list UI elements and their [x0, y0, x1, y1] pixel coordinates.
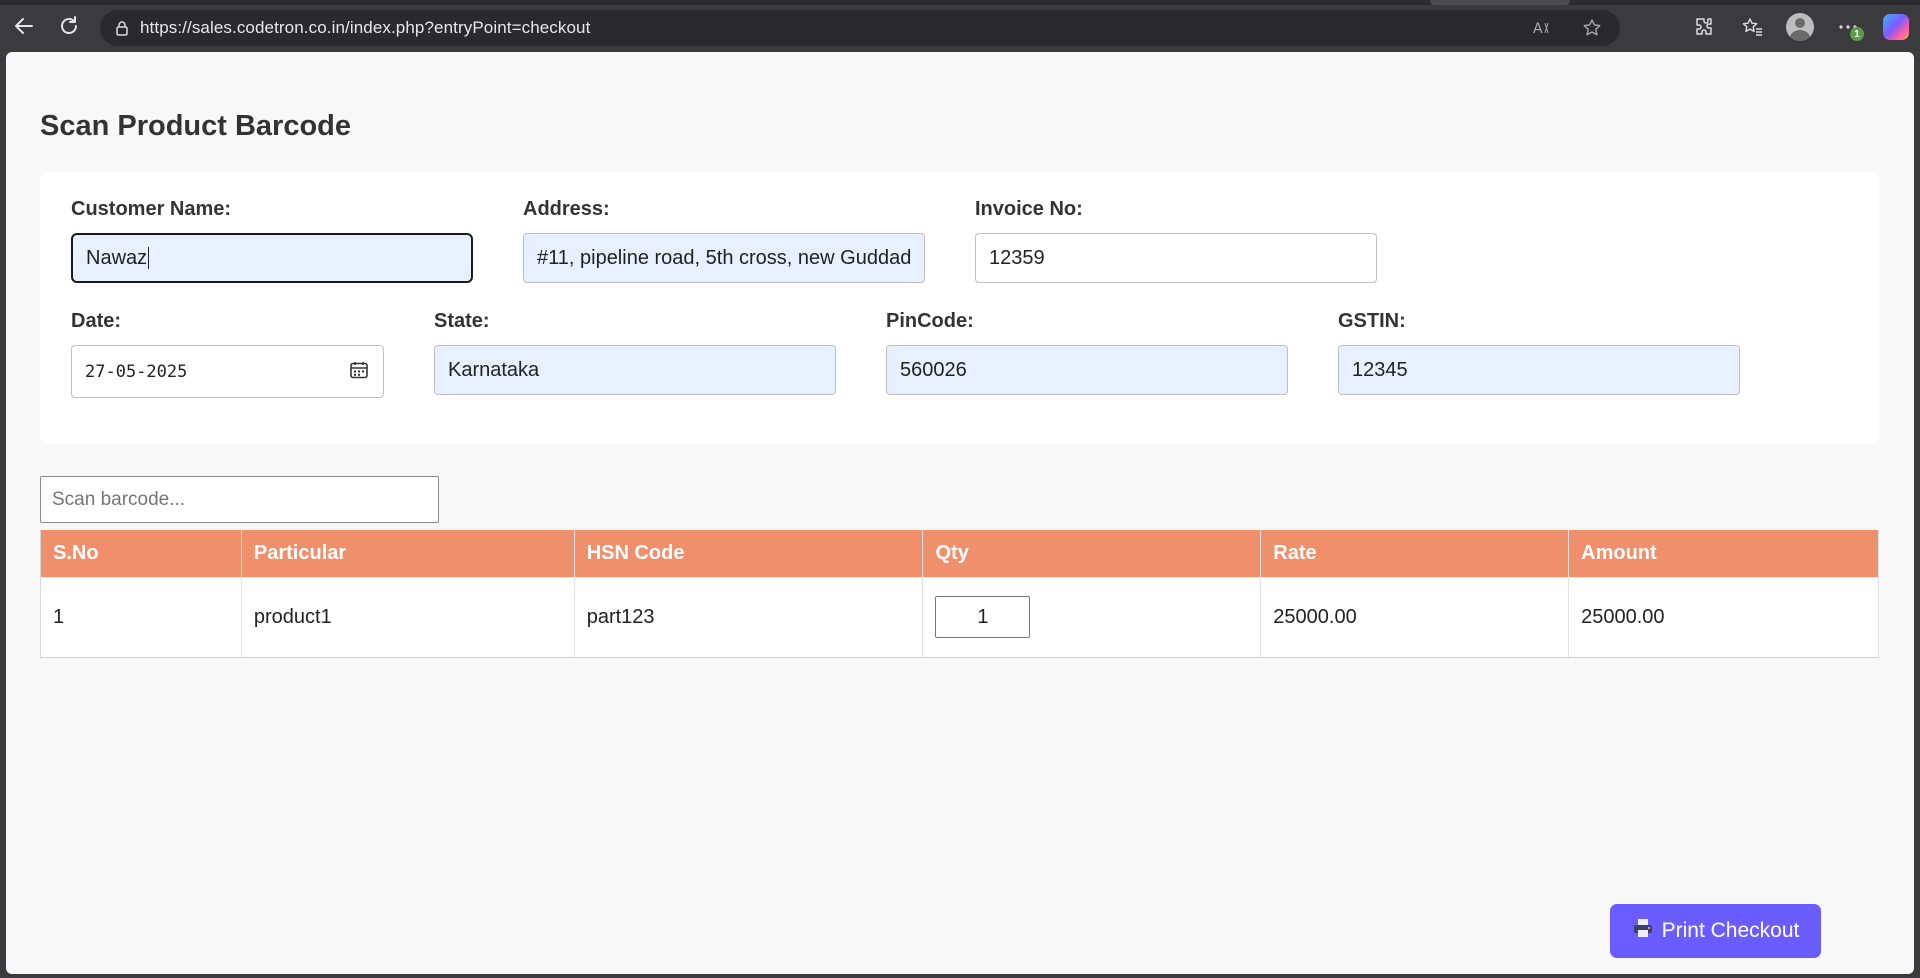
browser-toolbar: https://sales.codetron.co.in/index.php?e…: [0, 0, 1920, 52]
svg-text:A: A: [1533, 21, 1543, 37]
state-input[interactable]: Karnataka: [434, 345, 836, 395]
gstin-input[interactable]: 12345: [1338, 345, 1740, 395]
table-row: 1 product1 part123 1 25000.00 25000.00: [40, 576, 1879, 658]
print-checkout-button[interactable]: Print Checkout: [1610, 904, 1821, 958]
calendar-icon[interactable]: [349, 360, 369, 380]
pincode-value: 560026: [900, 358, 967, 381]
reload-icon[interactable]: [55, 12, 83, 40]
copilot-logo: [1883, 14, 1909, 40]
checkout-table: S.No Particular HSN Code Qty Rate Amount…: [40, 530, 1879, 658]
invoice-no-input[interactable]: 12359: [975, 233, 1377, 283]
cell-hsn-code: part123: [574, 576, 924, 658]
qty-value: 1: [977, 605, 989, 628]
site-info-icon[interactable]: [114, 20, 130, 36]
header-amount: Amount: [1568, 530, 1879, 577]
cell-particular: product1: [241, 576, 575, 658]
update-badge: 1: [1850, 27, 1864, 41]
state-value: Karnataka: [448, 358, 540, 381]
address-bar-icons: A: [1528, 10, 1606, 46]
customer-name-input[interactable]: Nawaz: [71, 233, 473, 283]
header-rate: Rate: [1260, 530, 1570, 577]
invoice-no-label: Invoice No:: [975, 198, 1083, 220]
gstin-label: GSTIN:: [1338, 310, 1406, 332]
copilot-icon[interactable]: [1882, 13, 1910, 41]
cell-amount: 25000.00: [1568, 576, 1879, 658]
extensions-icon[interactable]: [1690, 13, 1718, 41]
invoice-no-value: 12359: [989, 246, 1045, 269]
read-aloud-icon[interactable]: A: [1528, 14, 1556, 42]
date-label: Date:: [71, 310, 122, 332]
favorite-star-icon[interactable]: [1578, 14, 1606, 42]
printer-icon: [1632, 917, 1654, 945]
address-bar[interactable]: https://sales.codetron.co.in/index.php?e…: [100, 10, 1620, 46]
customer-name-label: Customer Name:: [71, 198, 232, 220]
page-viewport: Scan Product Barcode Customer Name: Nawa…: [6, 52, 1914, 974]
address-label: Address:: [523, 198, 610, 220]
header-hsn-code: HSN Code: [574, 530, 924, 577]
date-input[interactable]: 27-05-2025: [71, 345, 384, 398]
page-title: Scan Product Barcode: [40, 110, 352, 142]
barcode-input[interactable]: [40, 476, 439, 523]
tab-strip: [0, 0, 1920, 5]
tab-hint: [1430, 0, 1570, 5]
date-value: 27-05-2025: [85, 361, 188, 382]
print-checkout-label: Print Checkout: [1661, 919, 1800, 942]
more-menu-icon[interactable]: 1: [1834, 13, 1864, 41]
cell-rate: 25000.00: [1260, 576, 1570, 658]
address-value: #11, pipeline road, 5th cross, new Gudda…: [537, 246, 912, 269]
cell-sno: 1: [40, 576, 242, 658]
profile-avatar[interactable]: [1786, 13, 1814, 41]
favorites-icon[interactable]: [1738, 13, 1766, 41]
state-label: State:: [434, 310, 490, 332]
header-particular: Particular: [241, 530, 575, 577]
cell-qty: 1: [922, 576, 1262, 658]
browser-actions: 1: [1690, 8, 1910, 46]
qty-input[interactable]: 1: [935, 596, 1031, 638]
header-qty: Qty: [922, 530, 1262, 577]
pincode-input[interactable]: 560026: [886, 345, 1288, 395]
table-header-row: S.No Particular HSN Code Qty Rate Amount: [40, 530, 1879, 577]
customer-name-value: Nawaz: [86, 246, 148, 269]
avatar-icon: [1786, 13, 1814, 41]
address-input[interactable]: #11, pipeline road, 5th cross, new Gudda…: [523, 233, 925, 283]
url-text[interactable]: https://sales.codetron.co.in/index.php?e…: [140, 18, 590, 38]
back-icon[interactable]: [10, 12, 38, 40]
header-sno: S.No: [40, 530, 242, 577]
text-caret: [148, 247, 150, 269]
gstin-value: 12345: [1352, 358, 1408, 381]
pincode-label: PinCode:: [886, 310, 974, 332]
customer-form: Customer Name: Nawaz Address: #11, pipel…: [40, 172, 1879, 444]
